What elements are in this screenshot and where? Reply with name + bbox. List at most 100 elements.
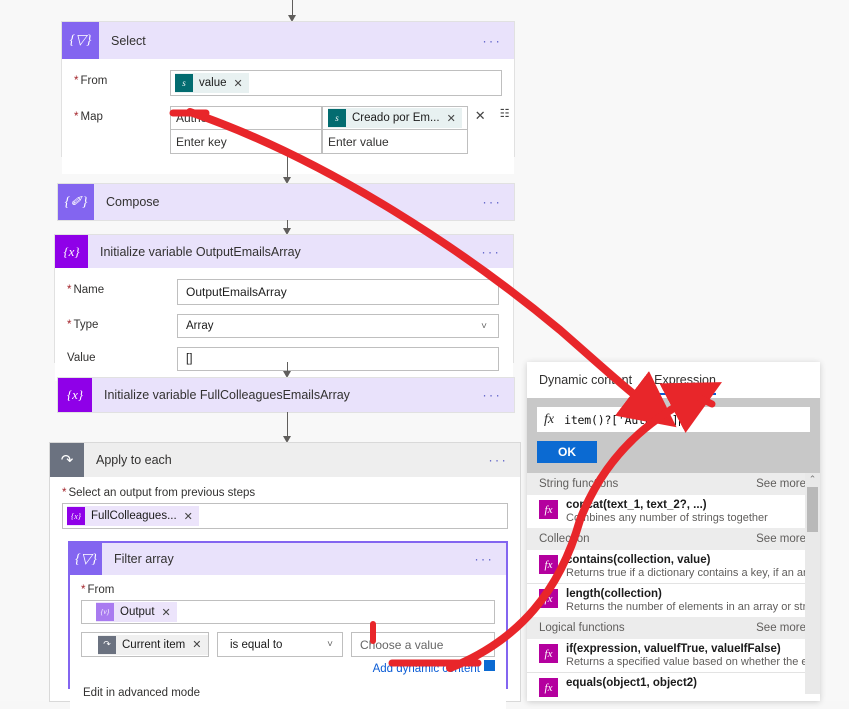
condition-operator-select[interactable]: is equal to ˅: [217, 632, 343, 657]
function-icon: fx: [539, 678, 558, 697]
ok-button[interactable]: OK: [537, 441, 597, 463]
chevron-down-icon[interactable]: ˅: [481, 321, 490, 332]
add-dynamic-content-link[interactable]: Add dynamic content: [351, 660, 495, 675]
card-menu-button[interactable]: ···: [482, 196, 502, 209]
function-item-concat[interactable]: fx concat(text_1, text_2?, ...) Combines…: [527, 495, 820, 528]
function-list-scrollbar[interactable]: ⌃: [805, 473, 820, 694]
compose-icon: {✐}: [58, 184, 94, 220]
add-dynamic-content-badge-icon[interactable]: [484, 660, 495, 671]
function-text: if(expression, valueIfTrue, valueIfFalse…: [566, 643, 820, 668]
apply-to-each-body: * Select an output from previous steps {x…: [50, 477, 520, 529]
card-header-apply-to-each[interactable]: ↷ Apply to each ···: [50, 443, 520, 477]
action-card-select[interactable]: {▽} Select ··· * From s value ✕ * Map Auth…: [62, 22, 514, 174]
delete-row-icon[interactable]: ✕: [475, 109, 486, 122]
map-row: Author s Creado por Em... ✕: [170, 106, 468, 130]
connector-init2-apply: [283, 412, 293, 443]
card-menu-button[interactable]: ···: [474, 553, 494, 566]
token-current-item[interactable]: ↷ Current item ✕: [98, 634, 208, 655]
token-creado-por-email[interactable]: s Creado por Em... ✕: [328, 108, 462, 128]
tab-dynamic-content[interactable]: Dynamic content: [539, 362, 632, 398]
expression-input[interactable]: fx item()?['Author']: [537, 407, 810, 432]
token-full-colleagues[interactable]: {x} FullColleagues... ✕: [67, 506, 199, 526]
condition-right-wrap: Choose a value Add dynamic content: [351, 632, 495, 675]
function-item-contains[interactable]: fx contains(collection, value) Returns t…: [527, 550, 820, 583]
filter-from-input[interactable]: {v} Output ✕: [81, 600, 495, 624]
variable-type-value: Array: [186, 320, 214, 332]
map-key-input[interactable]: Enter key: [170, 130, 322, 154]
card-menu-button[interactable]: ···: [482, 34, 502, 47]
condition-left-input[interactable]: ↷ Current item ✕: [81, 632, 209, 657]
see-more-link[interactable]: See more: [756, 478, 806, 490]
function-item-if[interactable]: fx if(expression, valueIfTrue, valueIfFa…: [527, 639, 820, 672]
action-card-filter-array[interactable]: {▽} Filter array ··· * From {v} Output ✕ …: [68, 541, 508, 709]
variable-type-select[interactable]: Array ˅: [177, 314, 499, 338]
dynamic-content-panel[interactable]: Dynamic content Expression fx item()?['A…: [527, 362, 820, 701]
fx-icon: fx: [544, 411, 555, 427]
see-more-link[interactable]: See more: [756, 533, 806, 545]
token-remove-icon[interactable]: ✕: [234, 77, 243, 90]
card-title: Initialize variable OutputEmailsArray: [100, 244, 301, 259]
token-label: Creado por Em...: [352, 112, 440, 124]
map-value-input[interactable]: Enter value: [322, 130, 468, 154]
map-key-input[interactable]: Author: [170, 106, 322, 130]
function-text: contains(collection, value) Returns true…: [566, 554, 820, 579]
card-header-init-colleagues[interactable]: {x} Initialize variable FullColleaguesEm…: [58, 378, 514, 412]
apply-to-each-output-input[interactable]: {x} FullColleagues... ✕: [62, 503, 508, 529]
filter-condition-row: ↷ Current item ✕ is equal to ˅ Choose a …: [81, 632, 495, 675]
field-row-from: * From s value ✕: [74, 70, 502, 96]
filter-from-label: * From: [81, 584, 115, 596]
field-label-name: * Name: [67, 284, 105, 296]
scrollbar-thumb[interactable]: [807, 487, 818, 532]
card-menu-button[interactable]: ···: [481, 245, 501, 258]
variable-name-input[interactable]: OutputEmailsArray: [177, 279, 499, 305]
from-input[interactable]: s value ✕: [170, 70, 502, 96]
card-header-select[interactable]: {▽} Select ···: [62, 22, 514, 59]
variable-icon: {v}: [96, 603, 114, 621]
chevron-down-icon[interactable]: ˅: [327, 639, 336, 650]
variable-value-input[interactable]: []: [177, 347, 499, 371]
action-card-initialize-full-colleagues-emails-array[interactable]: {x} Initialize variable FullColleaguesEm…: [58, 378, 514, 412]
card-title: Filter array: [114, 552, 174, 566]
card-header-compose[interactable]: {✐} Compose ···: [58, 184, 514, 220]
card-menu-button[interactable]: ···: [488, 454, 508, 467]
scroll-up-arrow-icon[interactable]: ⌃: [805, 473, 820, 486]
map-value-input[interactable]: s Creado por Em... ✕: [322, 106, 468, 130]
edit-in-advanced-mode-link[interactable]: Edit in advanced mode: [81, 675, 495, 709]
action-card-initialize-output-emails-array[interactable]: {x} Initialize variable OutputEmailsArra…: [55, 235, 513, 381]
token-label: Output: [120, 606, 155, 618]
function-group-header-string: String functions See more: [527, 473, 820, 495]
card-header-init-output[interactable]: {x} Initialize variable OutputEmailsArra…: [55, 235, 513, 268]
token-remove-icon[interactable]: ✕: [447, 112, 456, 125]
function-group-header-logical: Logical functions See more: [527, 617, 820, 639]
token-output[interactable]: {v} Output ✕: [96, 602, 177, 622]
add-dynamic-content-label: Add dynamic content: [372, 663, 480, 675]
text-cursor: [679, 413, 681, 426]
see-more-link[interactable]: See more: [756, 622, 806, 634]
function-group-header-collection: Collection See more: [527, 528, 820, 550]
map-grid: Author s Creado por Em... ✕ Enter key En…: [170, 106, 523, 154]
function-item-equals[interactable]: fx equals(object1, object2): [527, 672, 820, 701]
card-header-filter-array[interactable]: {▽} Filter array ···: [70, 543, 506, 575]
condition-right-input[interactable]: Choose a value: [351, 632, 495, 657]
token-remove-icon[interactable]: ✕: [192, 638, 201, 651]
token-remove-icon[interactable]: ✕: [184, 510, 193, 523]
field-row-type: * Type Array ˅: [67, 314, 499, 338]
token-value[interactable]: s value ✕: [175, 73, 249, 93]
card-menu-button[interactable]: ···: [482, 389, 502, 402]
expression-value: item()?['Author']: [564, 412, 679, 427]
sharepoint-icon: s: [328, 109, 346, 127]
card-title: Initialize variable FullColleaguesEmails…: [104, 388, 350, 402]
token-remove-icon[interactable]: ✕: [162, 606, 171, 619]
action-card-compose[interactable]: {✐} Compose ···: [58, 184, 514, 220]
connector-init-init2: [283, 362, 293, 378]
function-name: length(collection): [566, 588, 662, 600]
field-label-value: Value: [67, 352, 96, 364]
group-name: String functions: [539, 478, 619, 490]
function-item-length[interactable]: fx length(collection) Returns the number…: [527, 583, 820, 617]
expression-editor-area: fx item()?['Author'] OK: [527, 398, 820, 473]
variable-icon: {x}: [58, 378, 92, 412]
switch-to-text-mode-icon[interactable]: ☷: [500, 109, 510, 120]
function-list[interactable]: String functions See more fx concat(text…: [527, 473, 820, 701]
group-name: Collection: [539, 533, 590, 545]
tab-expression[interactable]: Expression: [654, 362, 716, 398]
